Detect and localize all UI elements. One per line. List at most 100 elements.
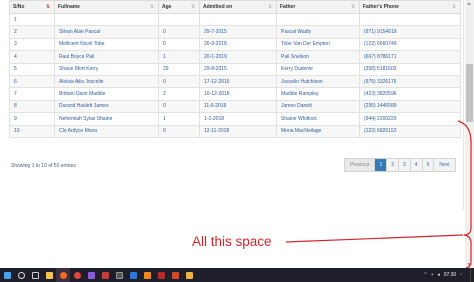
table-row[interactable]: 2 Silvan Abie Pascal 0 29-7-2015 Pascal Wadl…	[9, 25, 461, 39]
table-cell-father: Mona MacNeilage	[276, 124, 360, 138]
table-row[interactable]: 1	[9, 12, 461, 27]
table-cell-sno: 1	[9, 12, 55, 27]
sort-icon: ⇅	[150, 4, 155, 10]
pagination-page-5[interactable]: 5	[422, 159, 435, 171]
sort-icon: ⇅	[268, 4, 273, 10]
sort-icon: ⇅	[46, 4, 51, 10]
table-info-text: Showing 1 to 10 of 50 entries	[11, 163, 76, 169]
network-icon[interactable]: ▪	[431, 272, 433, 278]
table-cell-admitted: 1-2-2018	[199, 112, 277, 126]
table-cell-fullname: Shaun Mort Kerry	[54, 62, 159, 76]
table-cell-sno: 4	[9, 50, 55, 64]
show-desktop-button[interactable]	[470, 268, 474, 282]
volume-icon[interactable]: ◂	[437, 272, 440, 278]
table-cell-fullname: Mellicent Nicoli Tobe	[54, 37, 159, 52]
table-cell-age	[158, 12, 200, 27]
table-cell-age: 1	[158, 112, 200, 126]
table-row[interactable]: 4 Raul Boyce Pail 1 20-1-2019 Pail Snelson (6…	[9, 50, 461, 64]
students-table: S/No ⇅ Fullname ⇅ Age ⇅ Admitted on ⇅ Father…	[9, 0, 461, 138]
sql-server-icon[interactable]	[98, 268, 112, 282]
table-cell-admitted: 29-8-2015	[199, 62, 277, 76]
table-cell-fullname: Silvan Abie Pascal	[54, 25, 159, 39]
table-cell-father: Pascal Wadly	[276, 25, 360, 39]
col-header-label: Father	[280, 4, 296, 10]
col-header-age[interactable]: Age ⇅	[158, 0, 200, 14]
pagination-next-button[interactable]: Next	[434, 159, 455, 171]
col-header-phone[interactable]: Father's Phone ⇅	[359, 0, 461, 14]
vlc-icon[interactable]	[140, 268, 154, 282]
table-cell-father: Pail Snelson	[276, 50, 360, 64]
pagination-page-4[interactable]: 4	[410, 159, 423, 171]
task-view-icon[interactable]	[28, 268, 42, 282]
firefox-icon[interactable]	[56, 268, 70, 282]
notifications-icon[interactable]: ▫	[460, 272, 462, 278]
table-cell-father: Kerry Dudenie	[276, 62, 360, 76]
table-cell-phone: (667) 8786171	[359, 50, 461, 64]
table-cell-fullname: Nehemiah Sylas Shaine	[54, 112, 159, 126]
col-header-fullname[interactable]: Fullname ⇅	[54, 0, 159, 14]
col-header-label: Fullname	[58, 4, 80, 10]
tray-chevron-icon[interactable]: ⌃	[423, 272, 427, 278]
table-cell-phone: (975) 3326176	[359, 74, 461, 89]
folder-icon[interactable]	[182, 268, 196, 282]
pagination-page-1[interactable]: 1	[375, 159, 388, 171]
annotation-label: All this space	[192, 234, 272, 249]
taskbar-clock[interactable]: 07:30	[444, 272, 457, 278]
annotation-arrow-line	[285, 234, 464, 243]
col-header-father[interactable]: Father ⇅	[276, 0, 360, 14]
table-cell-fullname: Brittani Danit Maddie	[54, 87, 159, 101]
pagination-page-2[interactable]: 2	[387, 159, 400, 171]
scroll-down-arrow-icon[interactable]	[467, 263, 471, 266]
table-body: 1 2 Silvan Abie Pascal 0 29-7-2015 Pascal Wad…	[9, 12, 461, 138]
table-cell-admitted: 17-12-2016	[199, 74, 277, 89]
table-cell-father: Joscelin Hutchison	[276, 74, 360, 89]
filezilla-icon[interactable]	[154, 268, 168, 282]
table-cell-sno: 7	[9, 87, 55, 101]
table-cell-admitted: 20-1-2019	[199, 50, 277, 64]
table-cell-sno: 3	[9, 37, 55, 52]
table-cell-age: 29	[158, 62, 200, 76]
table-cell-sno: 10	[9, 124, 55, 138]
table-cell-age: 0	[158, 25, 200, 39]
system-tray: ⌃ ▪ ◂ 07:30 ▫	[423, 268, 462, 282]
table-cell-father	[276, 12, 360, 27]
table-row[interactable]: 8 Durand Haslett James 0 11-6-2016 James Dan…	[9, 99, 461, 114]
table-cell-age: 2	[158, 87, 200, 101]
col-header-admitted[interactable]: Admitted on ⇅	[199, 0, 277, 14]
table-row[interactable]: 10 Clo Ardyce Mona 0 12-11-2018 Mona MacNeil…	[9, 124, 461, 138]
pagination-page-3[interactable]: 3	[399, 159, 411, 171]
table-cell-age: 0	[158, 99, 200, 114]
col-header-sno[interactable]: S/No ⇅	[9, 0, 55, 14]
table-cell-admitted: 11-6-2016	[199, 99, 277, 114]
terminal-icon[interactable]	[112, 268, 126, 282]
table-cell-sno: 6	[9, 74, 55, 89]
vertical-scrollbar[interactable]	[465, 0, 474, 268]
chrome-icon[interactable]	[70, 268, 84, 282]
table-cell-admitted: 12-11-2018	[199, 124, 277, 138]
scroll-up-arrow-icon[interactable]	[467, 2, 471, 5]
app-icon[interactable]	[126, 268, 140, 282]
table-cell-sno: 8	[9, 99, 55, 114]
col-header-label: Father's Phone	[363, 4, 399, 10]
search-icon[interactable]	[14, 268, 28, 282]
table-row[interactable]: 5 Shaun Mort Kerry 29 29-8-2015 Kerry Dudeni…	[9, 62, 461, 76]
powerpoint-icon[interactable]	[168, 268, 182, 282]
visual-studio-icon[interactable]	[84, 268, 98, 282]
table-row[interactable]: 9 Nehemiah Sylas Shaine 1 1-2-2018 Shaine Wh…	[9, 112, 461, 126]
table-cell-fullname: Durand Haslett James	[54, 99, 159, 114]
table-row[interactable]: 6 Aloisia Ailis Joscelin 0 17-12-2016 Joscel…	[9, 74, 461, 89]
scrollbar-thumb[interactable]	[466, 64, 473, 122]
table-cell-sno: 2	[9, 25, 55, 39]
table-cell-age: 0	[158, 124, 200, 138]
table-cell-fullname	[54, 12, 159, 27]
pagination-previous-button[interactable]: Previous	[345, 159, 376, 171]
table-row[interactable]: 3 Mellicent Nicoli Tobe 0 26-9-2018 Tobe Van…	[9, 37, 461, 52]
table-cell-phone	[359, 12, 461, 27]
table-cell-phone: (122) 6826152	[359, 124, 461, 138]
windows-taskbar: ⌃ ▪ ◂ 07:30 ▫	[0, 268, 474, 282]
windows-start-icon[interactable]	[0, 268, 14, 282]
table-row[interactable]: 7 Brittani Danit Maddie 2 10-12-2018 Maddie …	[9, 87, 461, 101]
table-cell-father: James Danett	[276, 99, 360, 114]
sort-icon: ⇅	[191, 4, 196, 10]
file-explorer-icon[interactable]	[42, 268, 56, 282]
